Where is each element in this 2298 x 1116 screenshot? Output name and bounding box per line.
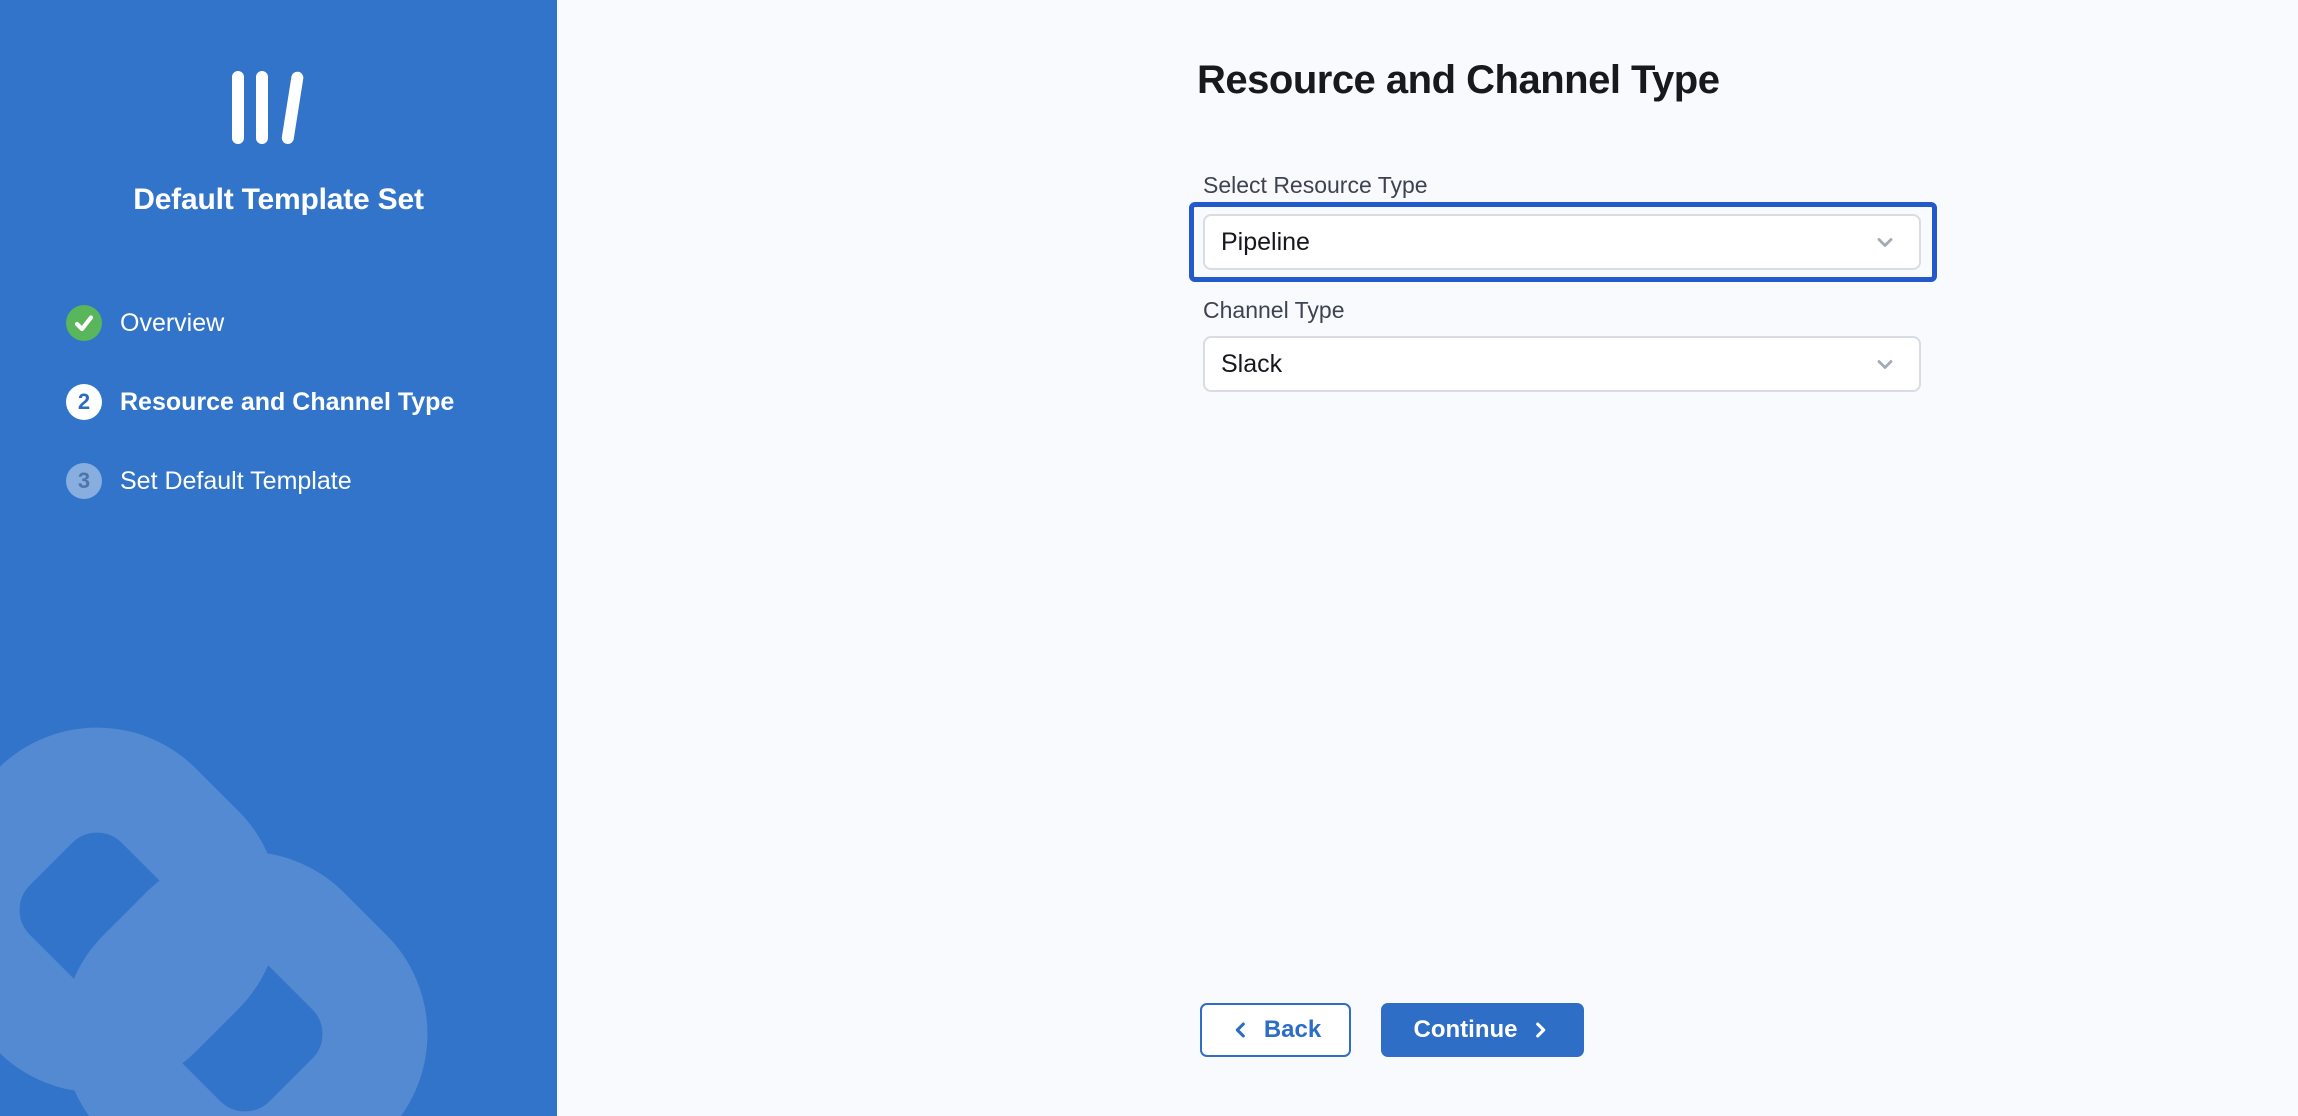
channel-type-select[interactable]: Slack	[1203, 336, 1921, 392]
step-set-default-template[interactable]: 3 Set Default Template	[66, 463, 454, 499]
step-number-badge: 2	[66, 384, 102, 420]
chevron-down-icon	[1873, 230, 1897, 254]
sidebar: Default Template Set Overview 2 Resource…	[0, 0, 557, 1116]
resource-type-value: Pipeline	[1221, 228, 1873, 257]
page-title: Resource and Channel Type	[1197, 58, 1719, 103]
step-complete-icon	[66, 305, 102, 341]
step-label: Resource and Channel Type	[120, 388, 454, 417]
step-number-badge: 3	[66, 463, 102, 499]
main-panel: Resource and Channel Type Select Resourc…	[557, 0, 2298, 1116]
step-resource-and-channel-type[interactable]: 2 Resource and Channel Type	[66, 384, 454, 420]
channel-type-value: Slack	[1221, 350, 1873, 379]
resource-type-label: Select Resource Type	[1203, 172, 1428, 199]
app-logo-icon	[232, 71, 327, 151]
chevron-right-icon	[1529, 1019, 1551, 1041]
chevron-left-icon	[1230, 1019, 1252, 1041]
wizard-title: Default Template Set	[0, 183, 557, 217]
step-overview[interactable]: Overview	[66, 305, 454, 341]
back-button[interactable]: Back	[1200, 1003, 1351, 1057]
channel-type-label: Channel Type	[1203, 297, 1345, 324]
wizard-stepper: Overview 2 Resource and Channel Type 3 S…	[66, 305, 454, 542]
continue-button[interactable]: Continue	[1381, 1003, 1584, 1057]
step-label: Set Default Template	[120, 467, 352, 496]
step-label: Overview	[120, 309, 224, 338]
chevron-down-icon	[1873, 352, 1897, 376]
resource-type-select[interactable]: Pipeline	[1203, 214, 1921, 270]
back-button-label: Back	[1264, 1016, 1321, 1044]
continue-button-label: Continue	[1414, 1016, 1518, 1044]
